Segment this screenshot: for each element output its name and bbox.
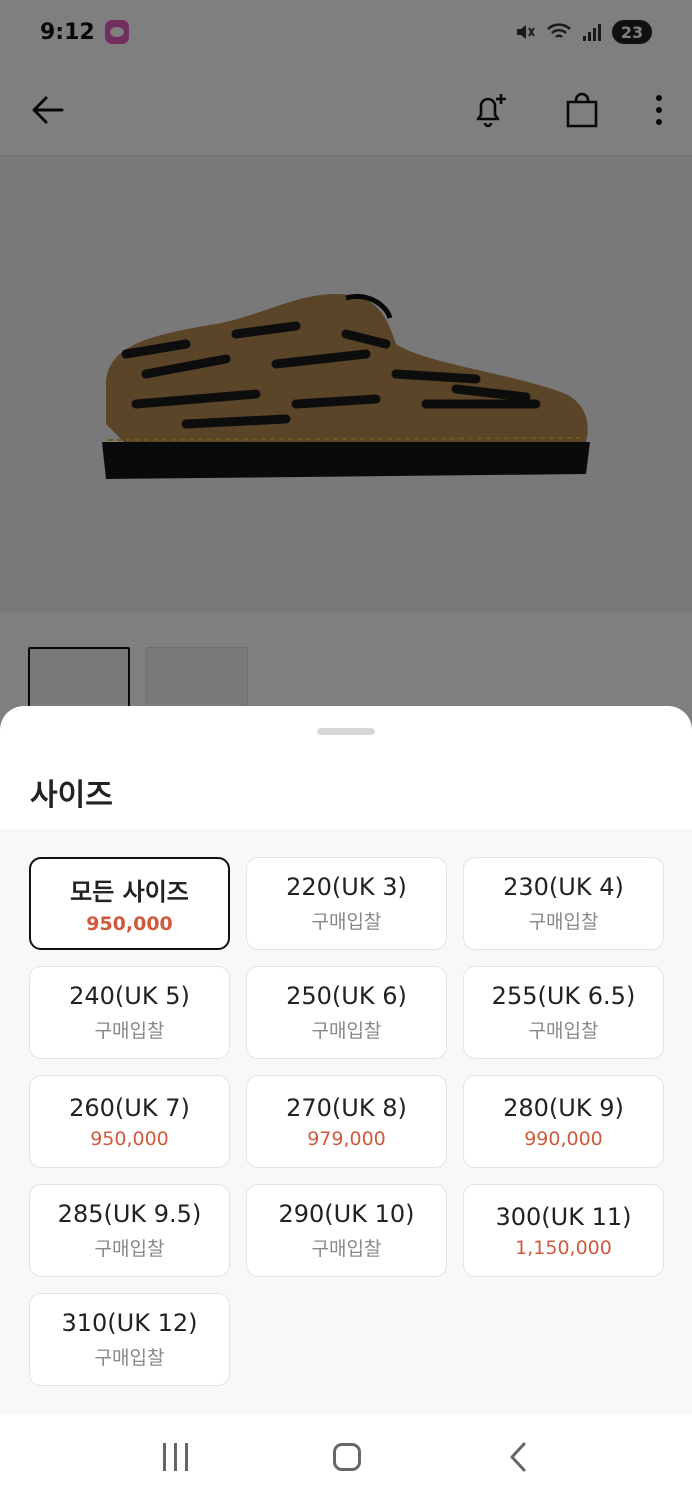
size-option-285[interactable]: 285(UK 9.5) 구매입찰 [29,1184,230,1277]
size-label: 285(UK 9.5) [57,1200,202,1228]
size-option-280[interactable]: 280(UK 9) 990,000 [463,1075,664,1168]
size-option-300[interactable]: 300(UK 11) 1,150,000 [463,1184,664,1277]
size-price: 구매입찰 [311,1020,382,1042]
size-option-260[interactable]: 260(UK 7) 950,000 [29,1075,230,1168]
size-label: 270(UK 8) [286,1093,407,1122]
size-price: 950,000 [86,913,173,935]
size-sheet: 사이즈 모든 사이즈 950,000 220(UK 3) 구매입찰 230(UK… [0,706,692,1500]
size-price: 구매입찰 [311,911,382,933]
size-option-250[interactable]: 250(UK 6) 구매입찰 [246,966,447,1059]
size-label: 255(UK 6.5) [491,982,636,1010]
size-option-220[interactable]: 220(UK 3) 구매입찰 [246,857,447,950]
size-price: 구매입찰 [94,1347,165,1369]
size-price: 950,000 [90,1127,169,1150]
size-price: 990,000 [524,1127,603,1150]
size-grid-area: 모든 사이즈 950,000 220(UK 3) 구매입찰 230(UK 4) … [0,829,692,1414]
size-price: 구매입찰 [94,1238,165,1260]
size-label: 모든 사이즈 [70,878,189,906]
size-label: 250(UK 6) [286,982,407,1010]
size-label: 220(UK 3) [286,873,407,901]
size-price: 1,150,000 [515,1236,612,1259]
size-label: 280(UK 9) [503,1093,624,1122]
size-grid: 모든 사이즈 950,000 220(UK 3) 구매입찰 230(UK 4) … [29,857,664,1386]
sheet-title: 사이즈 [30,778,113,813]
size-option-290[interactable]: 290(UK 10) 구매입찰 [246,1184,447,1277]
size-label: 300(UK 11) [495,1202,632,1231]
system-nav-bar [0,1414,692,1500]
size-option-270[interactable]: 270(UK 8) 979,000 [246,1075,447,1168]
size-price: 구매입찰 [528,1020,599,1042]
size-label: 310(UK 12) [61,1309,198,1337]
recent-apps-icon[interactable] [162,1443,188,1471]
size-option-230[interactable]: 230(UK 4) 구매입찰 [463,857,664,950]
size-price: 979,000 [307,1127,386,1150]
size-option-all[interactable]: 모든 사이즈 950,000 [29,857,230,950]
size-option-310[interactable]: 310(UK 12) 구매입찰 [29,1293,230,1386]
size-price: 구매입찰 [528,911,599,933]
size-price: 구매입찰 [94,1020,165,1042]
size-label: 230(UK 4) [503,873,624,901]
size-price: 구매입찰 [311,1238,382,1260]
home-icon[interactable] [332,1443,361,1471]
size-label: 240(UK 5) [69,982,190,1010]
size-option-240[interactable]: 240(UK 5) 구매입찰 [29,966,230,1059]
sheet-drag-handle[interactable] [317,728,375,735]
size-option-255[interactable]: 255(UK 6.5) 구매입찰 [463,966,664,1059]
back-nav-icon[interactable] [506,1440,530,1474]
size-label: 290(UK 10) [278,1200,415,1228]
size-label: 260(UK 7) [69,1093,190,1122]
